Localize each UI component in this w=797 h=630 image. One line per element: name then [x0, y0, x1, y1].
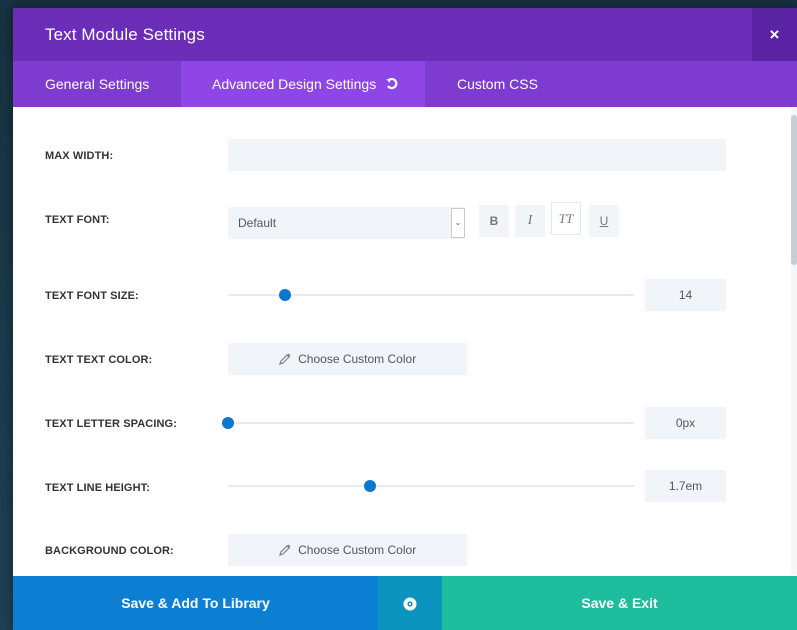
text-font-size-value[interactable]: 14 [645, 279, 726, 311]
text-letter-spacing-slider[interactable] [222, 417, 634, 429]
italic-button[interactable]: I [515, 205, 545, 237]
text-line-height-slider[interactable] [228, 480, 634, 492]
background-color-label: BACKGROUND COLOR: [45, 545, 174, 557]
slider-handle[interactable] [222, 417, 234, 429]
text-font-label: TEXT FONT: [45, 214, 110, 226]
slider-handle[interactable] [278, 289, 291, 301]
preview-button[interactable] [378, 576, 442, 630]
text-line-height-value[interactable]: 1.7em [645, 470, 726, 502]
text-font-selected-value: Default [238, 216, 277, 230]
text-font-size-slider[interactable] [228, 289, 634, 301]
choose-color-label: Choose Custom Color [298, 543, 417, 557]
choose-color-label: Choose Custom Color [298, 352, 417, 366]
eye-icon [402, 579, 418, 630]
text-color-picker-button[interactable]: Choose Custom Color [228, 343, 467, 375]
tab-label: General Settings [45, 76, 150, 92]
reset-icon[interactable] [386, 63, 399, 109]
modal-header: Text Module Settings × [13, 8, 797, 61]
bold-button[interactable]: B [479, 205, 509, 237]
uppercase-button[interactable]: TT [551, 202, 581, 235]
save-exit-button[interactable]: Save & Exit [442, 576, 797, 630]
background-color-picker-button[interactable]: Choose Custom Color [228, 534, 467, 566]
max-width-input[interactable] [228, 139, 726, 171]
bold-icon: B [489, 214, 499, 228]
tab-label: Advanced Design Settings [212, 76, 377, 92]
underline-button[interactable]: U [589, 205, 619, 237]
tab-general-settings[interactable]: General Settings [13, 61, 181, 107]
text-text-color-label: TEXT TEXT COLOR: [45, 354, 153, 366]
modal-title: Text Module Settings [45, 25, 205, 44]
chevron-down-icon: ⌄ [451, 208, 465, 238]
modal-footer: Save & Add To Library Save & Exit [13, 576, 797, 630]
text-letter-spacing-label: TEXT LETTER SPACING: [45, 418, 177, 430]
tab-bar: General Settings Advanced Design Setting… [13, 61, 797, 107]
scrollbar-thumb[interactable] [791, 115, 797, 265]
eyedropper-icon [278, 536, 291, 568]
text-font-size-label: TEXT FONT SIZE: [45, 290, 139, 302]
uppercase-icon: TT [558, 211, 574, 226]
tab-label: Custom CSS [457, 76, 538, 92]
save-add-to-library-button[interactable]: Save & Add To Library [13, 576, 378, 630]
settings-content: MAX WIDTH: TEXT FONT: Default ⌄ B I TT U… [13, 107, 797, 575]
scrollbar[interactable] [791, 107, 797, 575]
tab-custom-css[interactable]: Custom CSS [425, 61, 565, 107]
max-width-label: MAX WIDTH: [45, 150, 114, 162]
underline-icon: U [599, 214, 609, 228]
eyedropper-icon [278, 345, 291, 377]
text-letter-spacing-value[interactable]: 0px [645, 407, 726, 439]
text-font-select[interactable]: Default ⌄ [228, 207, 465, 239]
text-line-height-label: TEXT LINE HEIGHT: [45, 482, 150, 494]
settings-modal: Text Module Settings × General Settings … [13, 8, 797, 630]
slider-handle[interactable] [364, 480, 377, 492]
tab-advanced-design-settings[interactable]: Advanced Design Settings [181, 61, 425, 107]
save-add-to-library-label: Save & Add To Library [121, 595, 270, 611]
close-button[interactable]: × [752, 8, 797, 61]
italic-icon: I [527, 213, 533, 228]
close-icon: × [769, 25, 780, 44]
save-exit-label: Save & Exit [581, 595, 658, 611]
